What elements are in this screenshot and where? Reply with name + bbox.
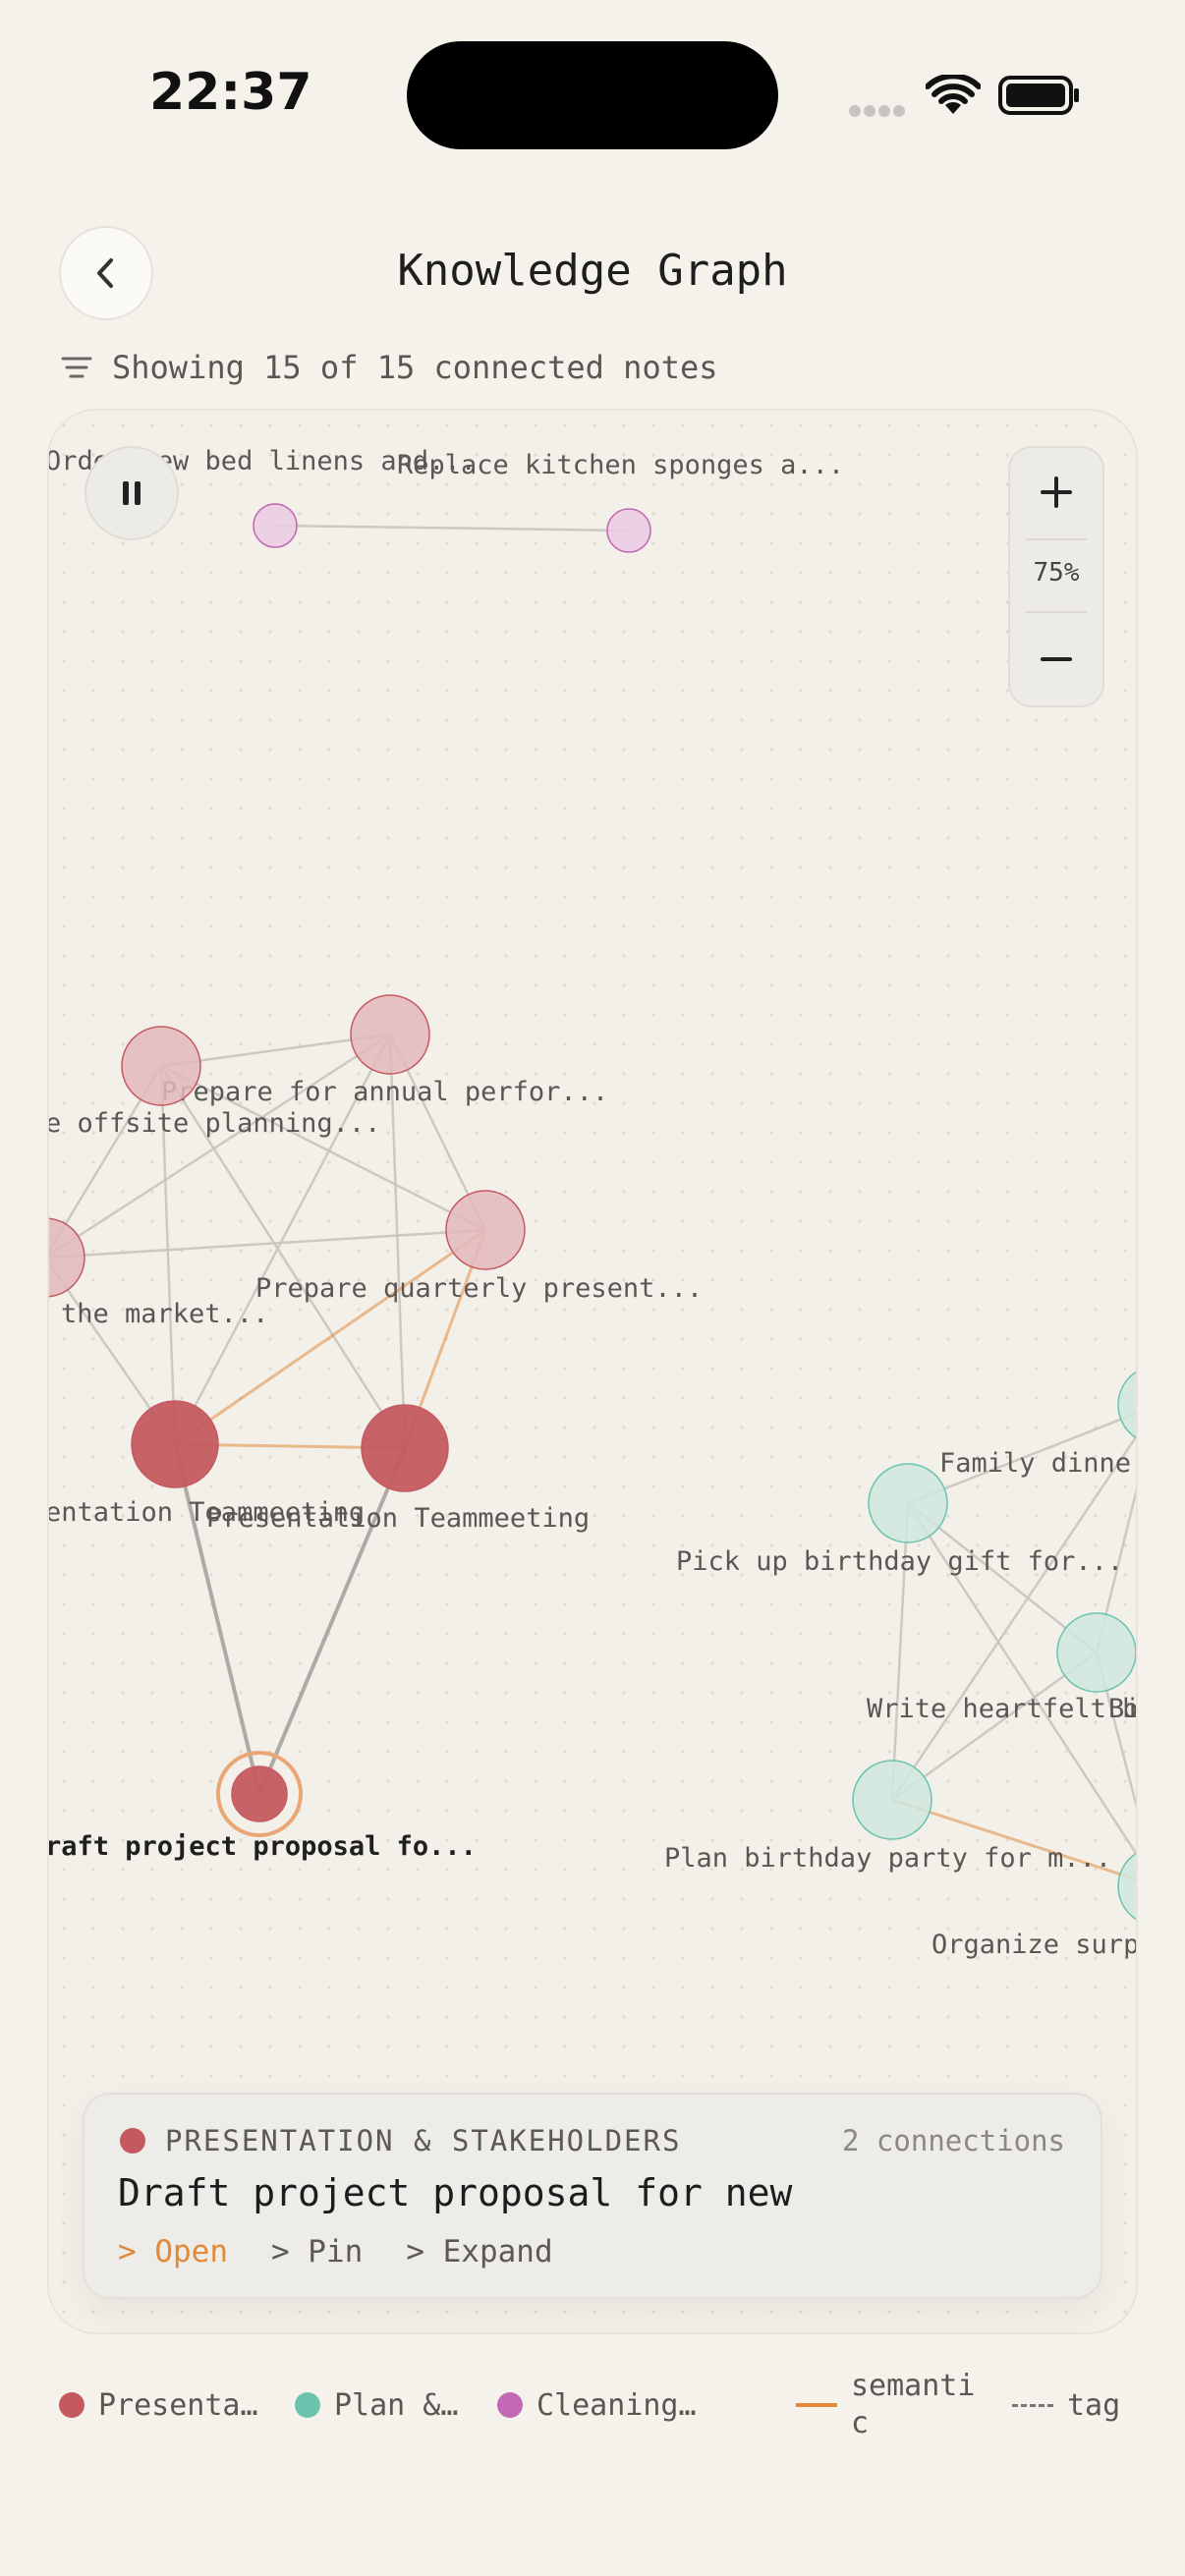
graph-node-circle[interactable] <box>1056 1612 1136 1693</box>
graph-node[interactable]: Prepare quarterly present... <box>255 1190 703 1304</box>
graph-node-label: Prepare for annual perfor... <box>161 1077 608 1107</box>
legend-label: Presenta… <box>98 2387 258 2423</box>
node-detail-card[interactable]: PRESENTATION & STAKEHOLDERS 2 connection… <box>83 2093 1102 2299</box>
open-button[interactable]: > Open <box>118 2234 228 2269</box>
graph-node[interactable]: Write heartfelt b <box>867 1694 1138 1724</box>
graph-node-label: Write heartfelt b <box>867 1694 1138 1724</box>
graph-node-circle[interactable] <box>131 1400 219 1488</box>
graph-node-circle[interactable] <box>1117 1847 1138 1926</box>
graph-node-label: Presentation Teammeeting <box>206 1503 590 1534</box>
graph-node-circle[interactable] <box>231 1765 288 1822</box>
legend-dot <box>59 2392 85 2418</box>
filter-summary[interactable]: Showing 15 of 15 connected notes <box>61 344 718 391</box>
graph-node-label: Family dinne <box>939 1448 1131 1479</box>
filter-label: Showing 15 of 15 connected notes <box>112 349 718 386</box>
zoom-divider <box>1026 538 1087 540</box>
graph-node[interactable]: Presentation Teammeeting <box>206 1404 590 1534</box>
graph-node[interactable]: Replace kitchen sponges a... <box>397 450 844 553</box>
graph-edge-semantic <box>174 1228 486 1446</box>
pause-button[interactable] <box>85 446 179 540</box>
graph-edge-tag <box>274 524 630 532</box>
graph-edge-tag <box>49 1033 391 1257</box>
expand-button[interactable]: > Expand <box>406 2234 552 2269</box>
knowledge-graph[interactable]: Order new bed linens and...Replace kitch… <box>49 411 1138 2334</box>
detail-title: Draft project proposal for new <box>118 2171 793 2214</box>
cellular-signal-icon <box>849 102 908 117</box>
legend-item-tag: tag <box>1012 2385 1120 2425</box>
graph-node-circle[interactable] <box>868 1463 948 1543</box>
zoom-divider <box>1026 611 1087 613</box>
legend-item-plan[interactable]: Plan &… <box>295 2385 458 2425</box>
header: Knowledge Graph <box>0 216 1185 324</box>
tag-line-swatch <box>1012 2403 1053 2407</box>
graph-node-label: the market... <box>61 1299 268 1329</box>
graph-node-label: Prepare quarterly present... <box>255 1273 703 1304</box>
legend-dot <box>497 2392 523 2418</box>
battery-icon <box>998 76 1079 115</box>
graph-legend: Presenta… Plan &… Cleaning… semantic tag <box>57 2358 1138 2446</box>
graph-node-circle[interactable] <box>121 1026 201 1106</box>
legend-label: Cleaning… <box>536 2387 697 2423</box>
pin-button[interactable]: > Pin <box>271 2234 363 2269</box>
zoom-out-button[interactable] <box>1010 615 1102 703</box>
semantic-line-swatch <box>796 2403 837 2407</box>
legend-item-cleaning[interactable]: Cleaning… <box>497 2385 697 2425</box>
graph-node[interactable]: Prepare for annual perfor... <box>161 994 608 1107</box>
graph-node-circle[interactable] <box>49 1217 85 1298</box>
graph-node-label: raft project proposal fo... <box>49 1831 477 1862</box>
graph-node[interactable]: Family dinne <box>939 1366 1138 1479</box>
status-bar: 22:37 <box>0 0 1185 187</box>
graph-node-circle[interactable] <box>445 1190 526 1270</box>
graph-node[interactable]: Pick up birthday gift for... <box>676 1463 1123 1577</box>
plus-icon <box>1041 476 1072 508</box>
graph-node-circle[interactable] <box>852 1760 932 1840</box>
graph-node-circle[interactable] <box>350 994 430 1075</box>
legend-dot <box>295 2392 320 2418</box>
graph-node-circle[interactable] <box>606 508 651 553</box>
zoom-in-button[interactable] <box>1010 448 1102 536</box>
legend-label: semantic <box>851 2369 976 2440</box>
pause-icon <box>123 481 141 505</box>
graph-node-label: Organize surp <box>931 1930 1138 1960</box>
filter-icon <box>61 357 92 378</box>
graph-node-label: Replace kitchen sponges a... <box>397 450 844 480</box>
wifi-icon <box>926 75 981 114</box>
legend-label: Plan &… <box>334 2387 459 2423</box>
graph-node-circle[interactable] <box>1117 1366 1138 1444</box>
graph-node-label: Pick up birthday gift for... <box>676 1546 1123 1577</box>
status-time: 22:37 <box>149 63 312 122</box>
cluster-color-dot <box>120 2128 145 2154</box>
graph-node-label: e offsite planning... <box>49 1108 380 1139</box>
detail-cluster-label: PRESENTATION & STAKEHOLDERS <box>165 2124 682 2157</box>
detail-actions: > Open > Pin > Expand <box>118 2234 553 2269</box>
minus-icon <box>1041 657 1072 661</box>
legend-item-presentation[interactable]: Presenta… <box>59 2385 258 2425</box>
zoom-control: 75% <box>1008 446 1104 707</box>
page-title: Knowledge Graph <box>397 246 788 296</box>
graph-node-circle[interactable] <box>253 503 298 548</box>
zoom-level: 75% <box>1033 558 1080 588</box>
graph-canvas[interactable]: Order new bed linens and... Replace kitch… <box>47 409 1138 2334</box>
detail-connection-count: 2 connections <box>842 2124 1065 2157</box>
graph-node-circle[interactable] <box>361 1404 449 1492</box>
dynamic-island <box>407 41 778 149</box>
graph-node[interactable]: Plan birthday party for m... <box>664 1760 1111 1874</box>
graph-node-label: Plan birthday party for m... <box>664 1843 1111 1874</box>
legend-item-semantic: semantic <box>796 2364 988 2446</box>
graph-node[interactable]: raft project proposal fo... <box>49 1751 477 1862</box>
legend-label: tag <box>1067 2387 1121 2423</box>
